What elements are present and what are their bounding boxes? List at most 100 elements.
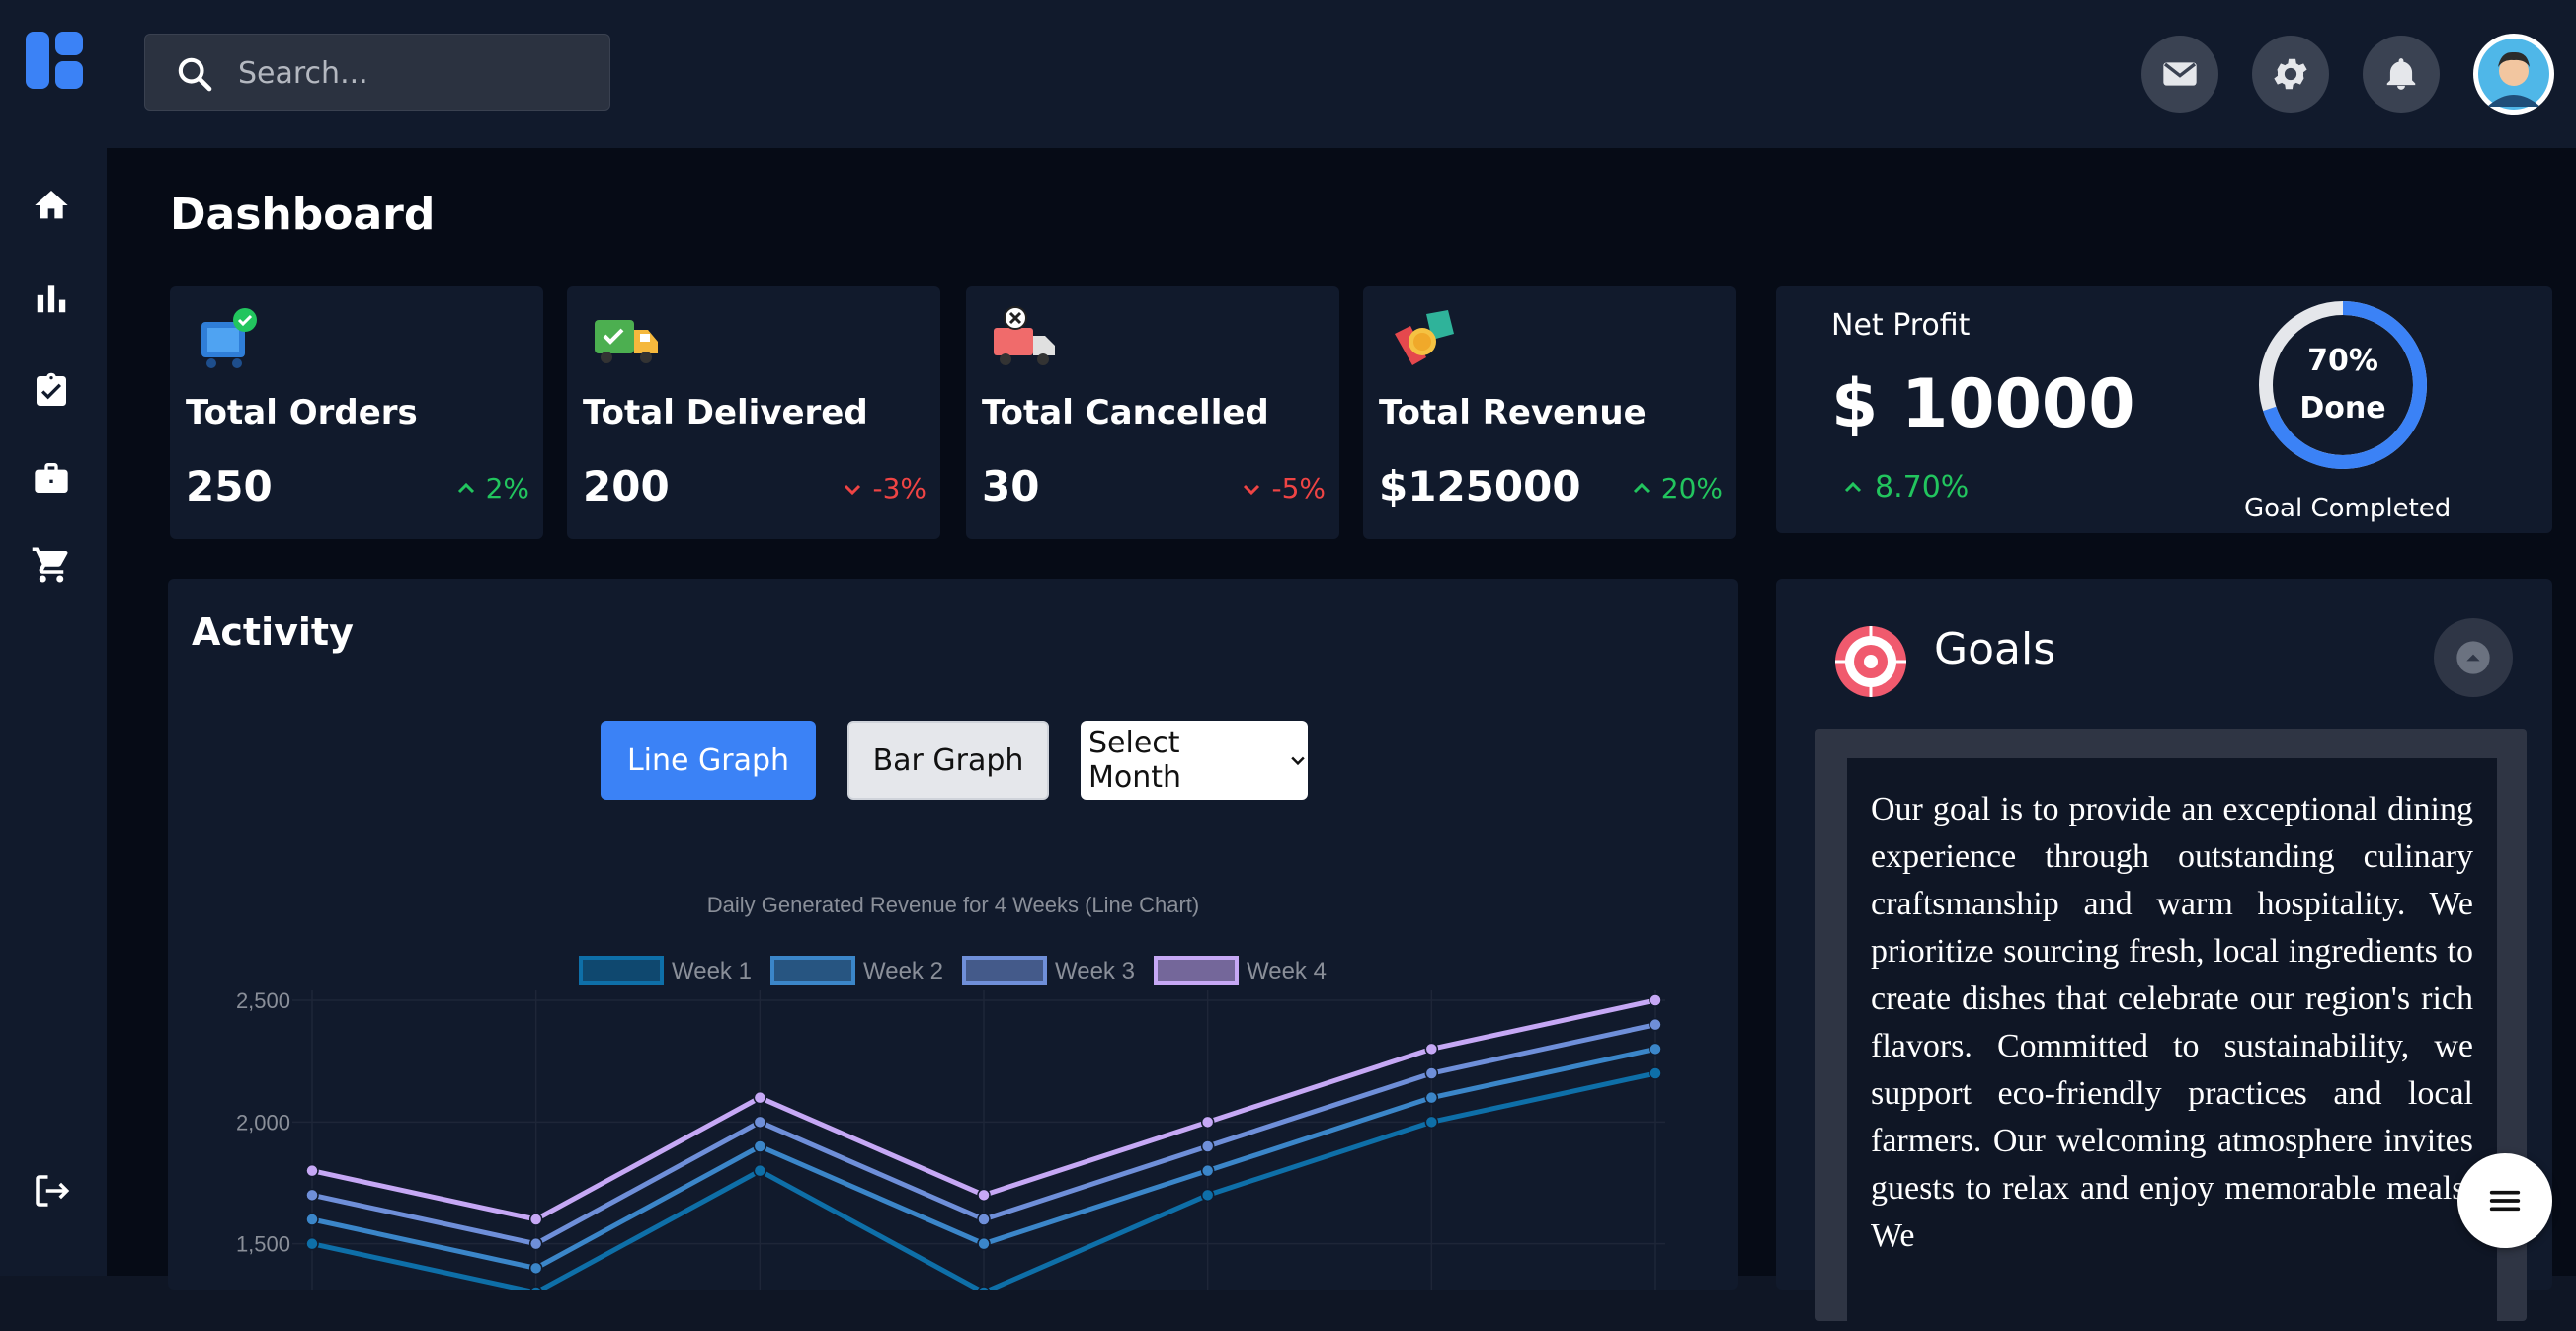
bell-icon [2386,58,2416,90]
stat-card-cancelled: Total Cancelled 30 -5% [966,286,1339,539]
search-box [144,34,610,111]
legend-swatch [962,956,1047,985]
stat-label: Total Orders [186,393,418,432]
stat-value: 200 [583,462,670,510]
data-point [977,1213,991,1226]
app-logo[interactable] [26,32,83,89]
sidebar [0,148,107,1276]
orders-icon [201,308,257,368]
menu-icon [2489,1190,2521,1212]
y-tick-label: 2,500 [236,988,290,1013]
logout-button[interactable] [30,1169,73,1213]
revenue-line-chart: Daily Generated Revenue for 4 Weeks (Lin… [236,893,1665,1290]
data-point [1200,1139,1215,1153]
chevron-down-icon [1244,484,1260,495]
data-point [305,1236,319,1251]
sidebar-item-work[interactable] [30,456,73,500]
search-input[interactable] [238,46,594,100]
data-point [977,1188,991,1203]
stat-change: 20% [1630,472,1723,505]
stat-change-value: -5% [1271,472,1326,505]
search-icon [178,57,212,92]
profit-change: 8.70% [1841,470,1969,505]
stat-card-orders: Total Orders 250 2% [170,286,543,539]
data-point [753,1115,767,1130]
sidebar-item-home[interactable] [30,184,73,227]
data-point [1424,1115,1439,1130]
chevron-down-icon [845,484,861,495]
sidebar-item-shop[interactable] [30,543,73,587]
y-tick-label: 1,500 [236,1232,290,1257]
stat-value: $125000 [1379,462,1581,510]
page-title: Dashboard [170,190,436,240]
menu-fab-button[interactable] [2457,1153,2552,1248]
avatar[interactable] [2473,34,2554,115]
mail-button[interactable] [2141,36,2218,113]
data-point [528,1213,543,1226]
data-point [1200,1188,1215,1203]
legend-label: Week 2 [863,958,943,984]
y-tick-label: 2,000 [236,1110,290,1135]
data-point [305,1163,319,1178]
sidebar-item-tasks[interactable] [30,369,73,413]
goals-panel: Our goal is to provide an exceptional di… [1815,729,2527,1331]
net-profit-card: Net Profit $ 10000 8.70% 70% Done Goal C… [1776,286,2552,533]
stat-change: -5% [1240,472,1326,505]
settings-button[interactable] [2252,36,2329,113]
stat-change-value: 20% [1660,472,1723,505]
data-point [528,1261,543,1276]
profit-change-value: 8.70% [1875,470,1970,505]
legend-label: Week 3 [1055,958,1135,984]
ring-label: 70% Done [2254,338,2432,432]
cart-icon [32,547,68,583]
data-point [753,1090,767,1105]
stat-change: -3% [841,472,926,505]
data-point [1424,1066,1439,1080]
stat-label: Total Delivered [583,393,868,432]
legend-swatch [770,956,855,985]
data-point [1200,1115,1215,1130]
goal-completed-label: Goal Completed [2244,494,2452,523]
chart-title: Daily Generated Revenue for 4 Weeks (Lin… [707,893,1200,917]
revenue-icon [1395,310,1454,365]
profit-title: Net Profit [1831,308,1971,343]
data-point [305,1188,319,1203]
chevron-up-icon [1844,481,1862,492]
stat-value: 250 [186,462,273,510]
data-point [977,1286,991,1290]
stat-change-value: -3% [872,472,926,505]
stat-value: 30 [982,462,1040,510]
stat-card-revenue: Total Revenue $125000 20% [1363,286,1736,539]
stat-change: 2% [454,472,529,505]
data-point [1200,1163,1215,1178]
data-point [529,1286,542,1290]
sidebar-item-analytics[interactable] [30,276,73,320]
ring-percent: 70% [2307,344,2378,378]
data-point [1649,1042,1662,1057]
goals-title: Goals [1934,624,2056,674]
goals-collapse-button[interactable] [2434,618,2513,697]
briefcase-icon [35,463,68,493]
delivery-truck-icon [595,320,658,363]
legend-label: Week 4 [1247,958,1327,984]
data-point [1649,993,1662,1007]
data-point [305,1213,319,1226]
data-point [977,1236,991,1251]
notifications-button[interactable] [2363,36,2440,113]
legend-swatch [1154,956,1239,985]
activity-card: Activity Line Graph Bar Graph Select Mon… [168,579,1738,1290]
chevron-up-icon [1633,482,1650,493]
goals-text: Our goal is to provide an exceptional di… [1847,758,2497,1331]
legend-label: Week 1 [672,958,752,984]
chevron-up-icon [457,482,474,493]
stat-label: Total Cancelled [982,393,1269,432]
logout-icon [36,1175,70,1207]
top-bar [0,0,2576,148]
data-point [528,1236,543,1251]
stat-label: Total Revenue [1379,393,1647,432]
chevron-up-icon [2456,641,2490,674]
target-icon [1835,626,1906,697]
bar-chart-icon [37,285,66,313]
goals-card: Goals Our goal is to provide an exceptio… [1776,579,2552,1331]
legend-swatch [579,956,664,985]
